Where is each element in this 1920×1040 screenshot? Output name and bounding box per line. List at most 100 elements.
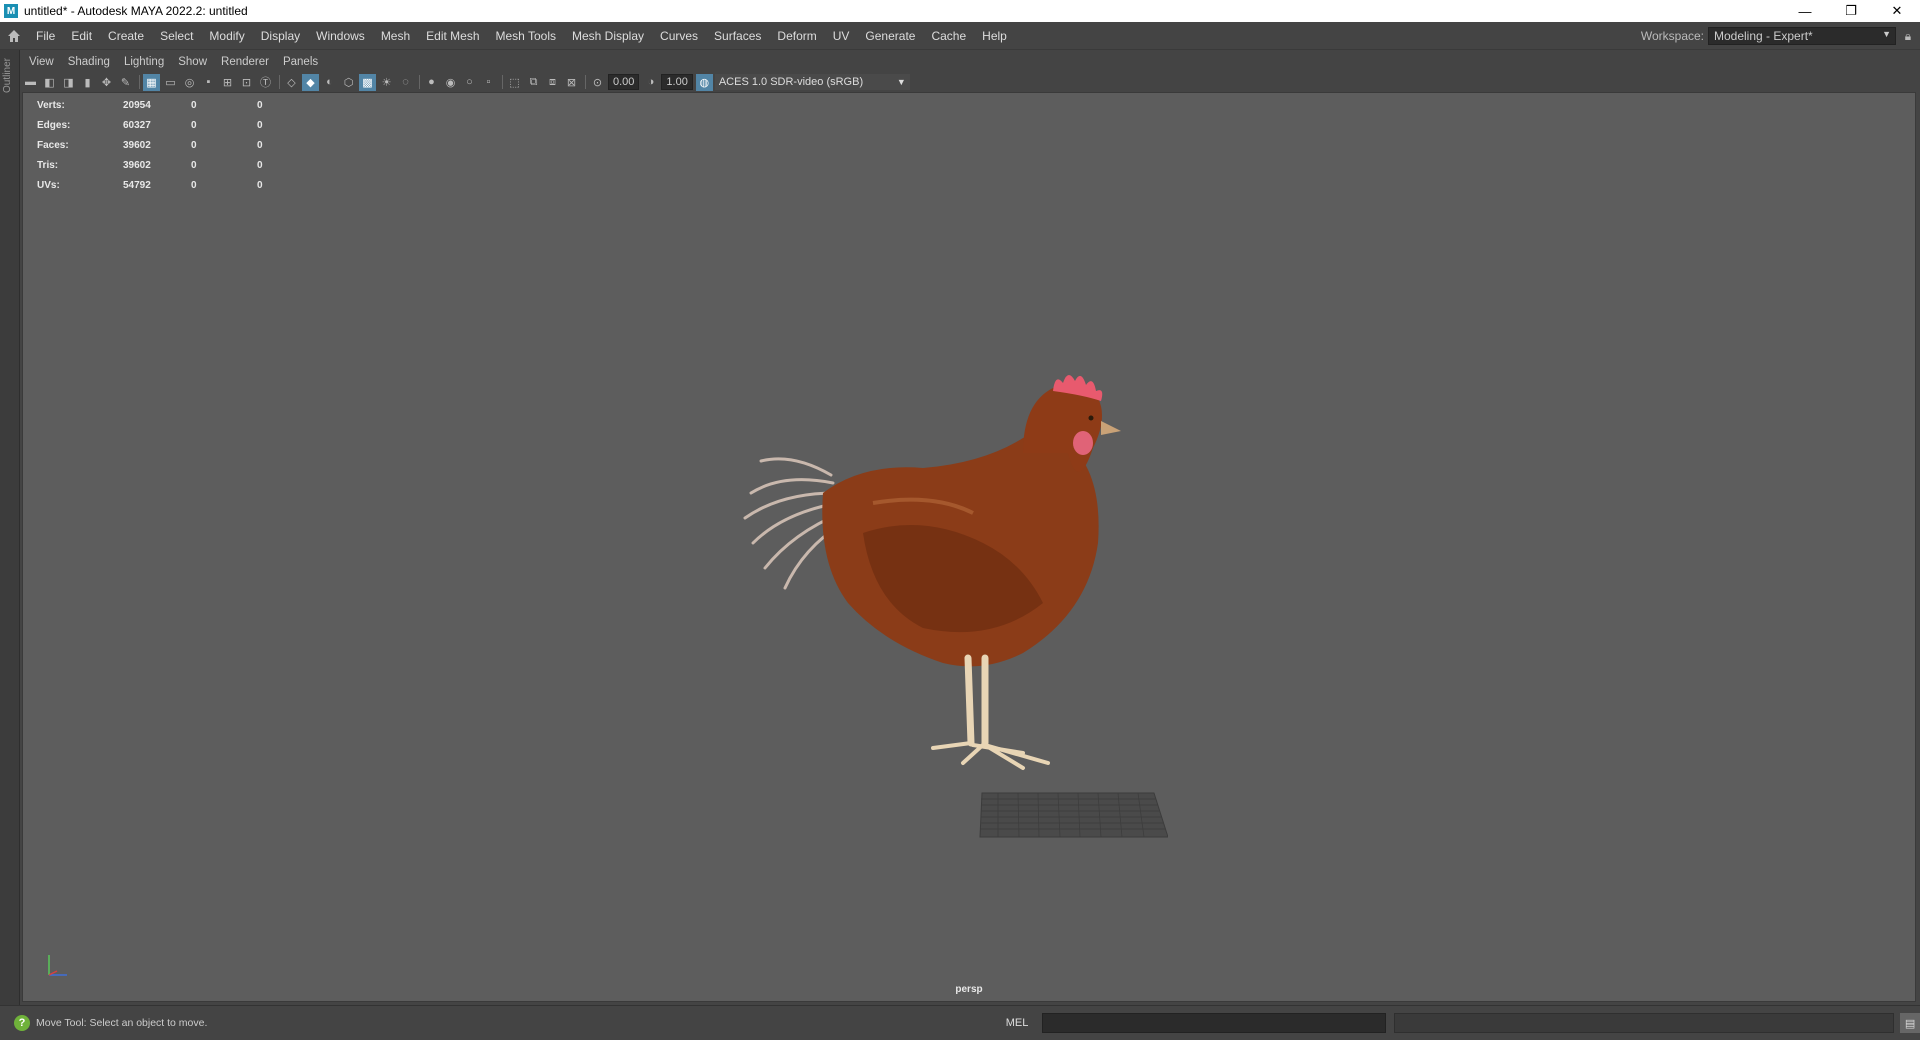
panel-menu-lighting[interactable]: Lighting	[117, 56, 171, 68]
hud-value: 0	[191, 179, 197, 191]
chevron-down-icon: ▼	[1882, 29, 1891, 39]
panel-menu-panels[interactable]: Panels	[276, 56, 325, 68]
select-camera-icon[interactable]: ▬	[22, 74, 39, 91]
panel-menu-view[interactable]: View	[22, 56, 61, 68]
smooth-shade-icon[interactable]: ◆	[302, 73, 319, 91]
hud-row-uvs: UVs: 54792 0 0	[37, 175, 277, 195]
camera-attributes-icon[interactable]: ◧	[41, 74, 58, 91]
wireframe-on-shaded-icon[interactable]: ⬡	[340, 74, 357, 91]
hud-value: 0	[257, 179, 263, 191]
isolate-select-icon[interactable]: ⬚	[506, 74, 523, 91]
screen-space-ao-icon[interactable]: ●	[423, 74, 440, 91]
workspace-dropdown[interactable]: Modeling - Expert* ▼	[1708, 27, 1896, 45]
resolution-gate-icon[interactable]: ◎	[181, 74, 198, 91]
hud-value: 0	[191, 119, 197, 131]
exposure-icon[interactable]: ⊙	[589, 74, 606, 91]
menu-modify[interactable]: Modify	[201, 22, 252, 50]
menu-deform[interactable]: Deform	[769, 22, 824, 50]
close-button[interactable]: ✕	[1874, 0, 1920, 22]
field-chart-icon[interactable]: ⊞	[219, 74, 236, 91]
use-all-lights-icon[interactable]: ☀	[378, 74, 395, 91]
toolbar-separator	[279, 75, 280, 89]
gate-mask-icon[interactable]: ▪	[200, 74, 217, 91]
gamma-icon[interactable]: ◑	[642, 74, 659, 91]
hud-value: 0	[257, 119, 263, 131]
window-controls: — ❐ ✕	[1782, 0, 1920, 22]
textured-icon[interactable]: ▩	[359, 73, 376, 91]
ground-grid	[979, 792, 1168, 838]
menu-surfaces[interactable]: Surfaces	[706, 22, 769, 50]
xray-joints-icon[interactable]: ⊠	[563, 74, 580, 91]
lock-icon[interactable]: 🔒︎	[1896, 29, 1920, 44]
menu-mesh-display[interactable]: Mesh Display	[564, 22, 652, 50]
2d-pan-zoom-icon[interactable]: ✥	[98, 74, 115, 91]
hud-value: 0	[191, 139, 197, 151]
menu-mesh-tools[interactable]: Mesh Tools	[488, 22, 564, 50]
grease-pencil-icon[interactable]: ✎	[117, 74, 134, 91]
safe-action-icon[interactable]: ⊡	[238, 74, 255, 91]
toolbar-separator	[502, 75, 503, 89]
grid-icon[interactable]: ▦	[143, 73, 160, 91]
menu-windows[interactable]: Windows	[308, 22, 373, 50]
gamma-field[interactable]: 1.00	[661, 74, 693, 90]
chicken-legs	[964, 654, 989, 747]
panel-toolbar: ▬ ◧ ◨ ▮ ✥ ✎ ▦ ▭ ◎ ▪ ⊞ ⊡ Ⓣ ◇ ◆ ◐ ⬡ ▩ ☀ ◌ …	[22, 72, 1916, 92]
menu-curves[interactable]: Curves	[652, 22, 706, 50]
bookmark-icon[interactable]: ◨	[60, 74, 77, 91]
menu-help[interactable]: Help	[974, 22, 1015, 50]
hud-value: 0	[257, 139, 263, 151]
script-editor-icon[interactable]: ▤	[1900, 1013, 1920, 1033]
default-material-icon[interactable]: ◐	[321, 74, 338, 91]
menu-create[interactable]: Create	[100, 22, 152, 50]
view-transform-dropdown[interactable]: ACES 1.0 SDR-video (sRGB) ▼	[714, 74, 910, 90]
perspective-viewport[interactable]: Verts: 20954 0 0 Edges: 60327 0 0 Faces:…	[22, 92, 1916, 1002]
hud-value: 60327	[123, 119, 151, 131]
outliner-label: Outliner	[2, 58, 13, 94]
shadows-icon[interactable]: ◌	[397, 74, 414, 91]
motion-blur-icon[interactable]: ◉	[442, 74, 459, 91]
hud-label: UVs:	[37, 179, 60, 191]
menu-uv[interactable]: UV	[825, 22, 858, 50]
menu-display[interactable]: Display	[253, 22, 308, 50]
xray-icon[interactable]: ⧉	[525, 74, 542, 91]
script-language-toggle[interactable]: MEL	[1006, 1017, 1029, 1029]
minimize-button[interactable]: —	[1782, 0, 1828, 22]
image-plane-icon[interactable]: ▮	[79, 74, 96, 91]
workspace-selector: Workspace: Modeling - Expert* ▼ 🔒︎	[1641, 22, 1920, 50]
hud-value: 20954	[123, 99, 151, 111]
anti-aliasing-icon[interactable]: ○	[461, 74, 478, 91]
hud-label: Faces:	[37, 139, 69, 151]
chicken-beak	[1101, 421, 1121, 435]
color-management-icon[interactable]: ◍	[695, 73, 713, 91]
command-line-input[interactable]	[1042, 1013, 1387, 1033]
panel-menu-shading[interactable]: Shading	[61, 56, 117, 68]
outliner-tab[interactable]: Outliner	[0, 50, 20, 1005]
restore-button[interactable]: ❐	[1828, 0, 1874, 22]
menu-generate[interactable]: Generate	[857, 22, 923, 50]
camera-name-label: persp	[955, 984, 983, 995]
menu-file[interactable]: File	[28, 22, 63, 50]
menu-cache[interactable]: Cache	[923, 22, 974, 50]
film-gate-icon[interactable]: ▭	[162, 74, 179, 91]
depth-of-field-icon[interactable]: ▫	[480, 74, 497, 91]
hud-value: 0	[257, 99, 263, 111]
chicken-model[interactable]	[723, 343, 1183, 793]
wireframe-icon[interactable]: ◇	[283, 74, 300, 91]
home-button[interactable]	[0, 22, 28, 50]
workspace-label: Workspace:	[1640, 29, 1704, 43]
menu-mesh[interactable]: Mesh	[373, 22, 418, 50]
safe-title-icon[interactable]: Ⓣ	[257, 74, 274, 91]
panel-menu-renderer[interactable]: Renderer	[214, 56, 276, 68]
exposure-field[interactable]: 0.00	[608, 74, 640, 90]
xray-active-components-icon[interactable]: ⧈	[544, 74, 561, 91]
axis-gizmo	[48, 955, 67, 976]
hud-row-verts: Verts: 20954 0 0	[37, 95, 277, 115]
command-result-field	[1394, 1013, 1895, 1033]
panel-menu-show[interactable]: Show	[171, 56, 214, 68]
hud-row-tris: Tris: 39602 0 0	[37, 155, 277, 175]
menu-select[interactable]: Select	[152, 22, 201, 50]
menu-edit-mesh[interactable]: Edit Mesh	[418, 22, 487, 50]
hud-value: 0	[191, 159, 197, 171]
help-icon: ?	[14, 1015, 30, 1031]
menu-edit[interactable]: Edit	[63, 22, 100, 50]
